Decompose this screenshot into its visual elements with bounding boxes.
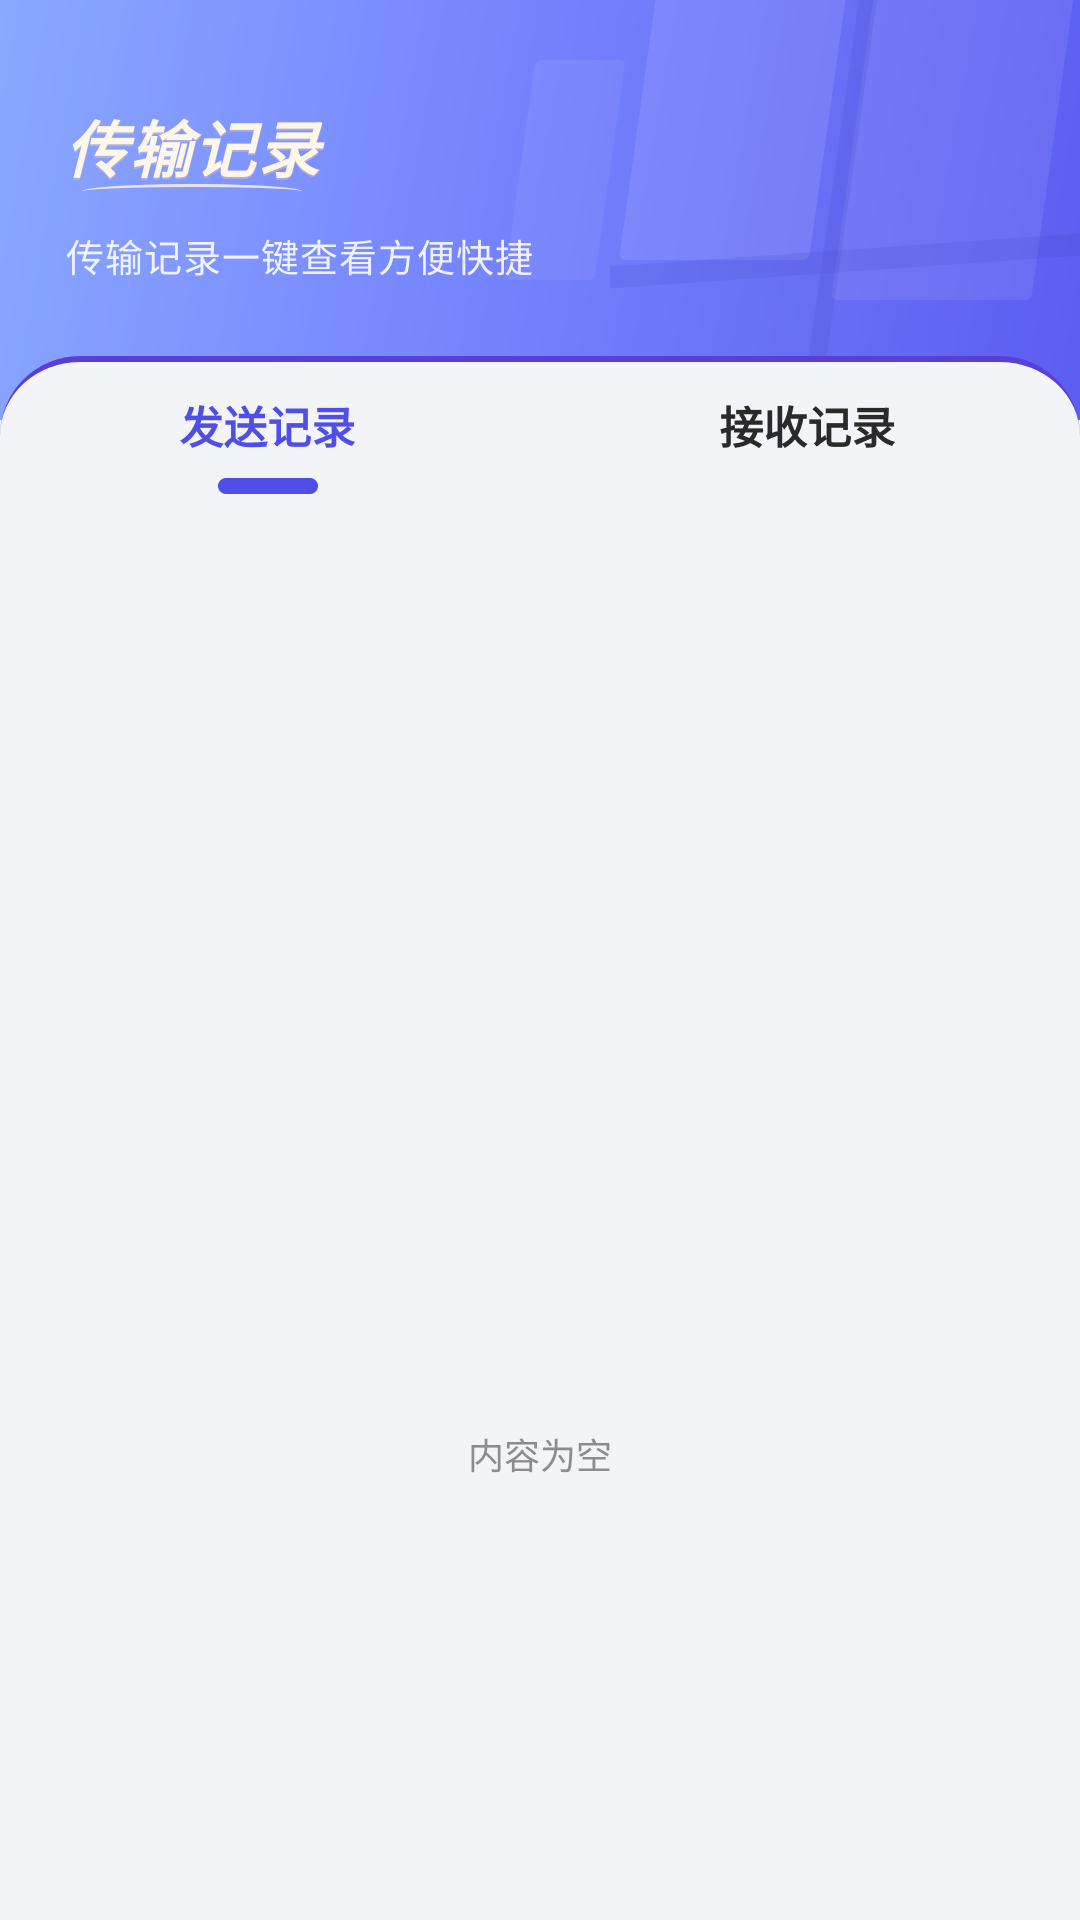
active-tab-indicator bbox=[218, 478, 318, 494]
tab-send-records[interactable]: 发送记录 bbox=[118, 392, 418, 456]
transfer-records-page: 传输记录 传输记录一键查看方便快捷 发送记录 接收记录 内容为空 bbox=[0, 0, 1080, 1920]
records-card: 发送记录 接收记录 bbox=[0, 356, 1080, 1920]
page-title: 传输记录 bbox=[66, 114, 323, 187]
empty-state-text: 内容为空 bbox=[467, 1437, 612, 1478]
page-subtitle: 传输记录一键查看方便快捷 bbox=[66, 237, 535, 281]
tab-bar: 发送记录 接收记录 bbox=[0, 392, 1080, 512]
tab-receive-records[interactable]: 接收记录 bbox=[658, 392, 958, 456]
decorative-light-pane bbox=[618, 0, 852, 260]
title-underline-decoration bbox=[82, 184, 302, 199]
